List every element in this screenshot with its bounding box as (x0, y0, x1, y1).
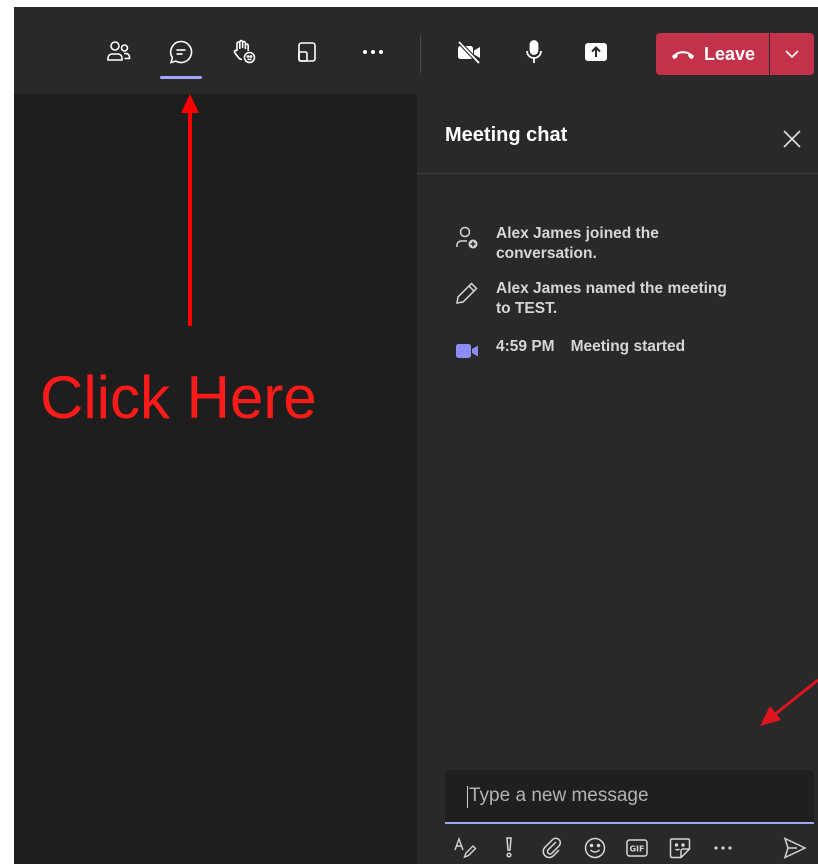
gif-button[interactable]: GIF (623, 834, 651, 862)
event-text: Alex James joined the conversation. (496, 225, 659, 262)
chat-header-divider (417, 173, 818, 174)
raise-hand-icon (233, 39, 256, 64)
share-icon (585, 43, 607, 61)
share-button[interactable] (579, 35, 613, 69)
camera-button[interactable] (452, 35, 486, 69)
sticker-icon (669, 838, 691, 859)
gif-icon: GIF (626, 839, 648, 857)
leave-label: Leave (703, 43, 756, 64)
message-input[interactable] (467, 784, 791, 808)
view-icon (298, 42, 316, 62)
more-icon (714, 846, 732, 850)
leave-options-button[interactable] (770, 33, 814, 75)
more-options-button[interactable] (709, 834, 737, 862)
meeting-stage (14, 94, 417, 864)
chat-event-renamed: Alex James named the meeting to TEST. (453, 279, 736, 319)
people-icon (107, 41, 131, 61)
chat-event-joined: Alex James joined the conversation. (453, 224, 736, 264)
mic-icon (526, 40, 542, 63)
video-icon (456, 344, 478, 358)
more-actions-button[interactable] (356, 35, 390, 69)
view-button[interactable] (290, 35, 324, 69)
important-button[interactable] (495, 834, 523, 862)
chat-active-indicator (160, 76, 202, 79)
people-button[interactable] (101, 35, 135, 69)
emoji-icon (584, 837, 606, 859)
chat-button[interactable] (164, 35, 198, 69)
event-time: 4:59 PM (496, 338, 555, 355)
send-button[interactable] (781, 834, 809, 862)
attach-icon (542, 837, 562, 859)
event-text: Alex James named the meeting to TEST. (496, 280, 727, 317)
pencil-icon (456, 282, 478, 304)
close-chat-button[interactable] (781, 128, 803, 150)
toolbar-divider (420, 35, 421, 73)
more-icon (363, 50, 383, 54)
composer-toolbar: GIF (445, 834, 814, 864)
send-icon (783, 837, 807, 859)
mic-button[interactable] (517, 35, 551, 69)
format-icon (454, 836, 477, 859)
raise-hand-button[interactable] (227, 35, 261, 69)
chat-event-started: 4:59 PM Meeting started (453, 337, 685, 365)
meeting-chat-panel: Meeting chat Alex James joined the conve… (417, 94, 818, 864)
chat-title: Meeting chat (445, 124, 568, 146)
svg-text:GIF: GIF (629, 845, 644, 854)
click-here-annotation: Click Here (40, 364, 317, 431)
important-icon (506, 837, 512, 858)
teams-meeting-window: Leave Meeting chat Alex James joined the… (14, 7, 818, 864)
meeting-toolbar: Leave (14, 7, 818, 94)
close-icon (783, 130, 801, 148)
message-composer[interactable] (445, 770, 814, 824)
camera-off-icon (457, 40, 481, 65)
person-add-icon (456, 226, 478, 249)
chevron-down-icon (785, 50, 799, 59)
attach-button[interactable] (538, 834, 566, 862)
leave-button[interactable]: Leave (656, 33, 769, 75)
emoji-button[interactable] (581, 834, 609, 862)
event-text: Meeting started (570, 338, 686, 355)
sticker-button[interactable] (666, 834, 694, 862)
chat-icon (169, 40, 193, 64)
format-button[interactable] (451, 834, 479, 862)
phone-hangup-icon (671, 51, 694, 59)
